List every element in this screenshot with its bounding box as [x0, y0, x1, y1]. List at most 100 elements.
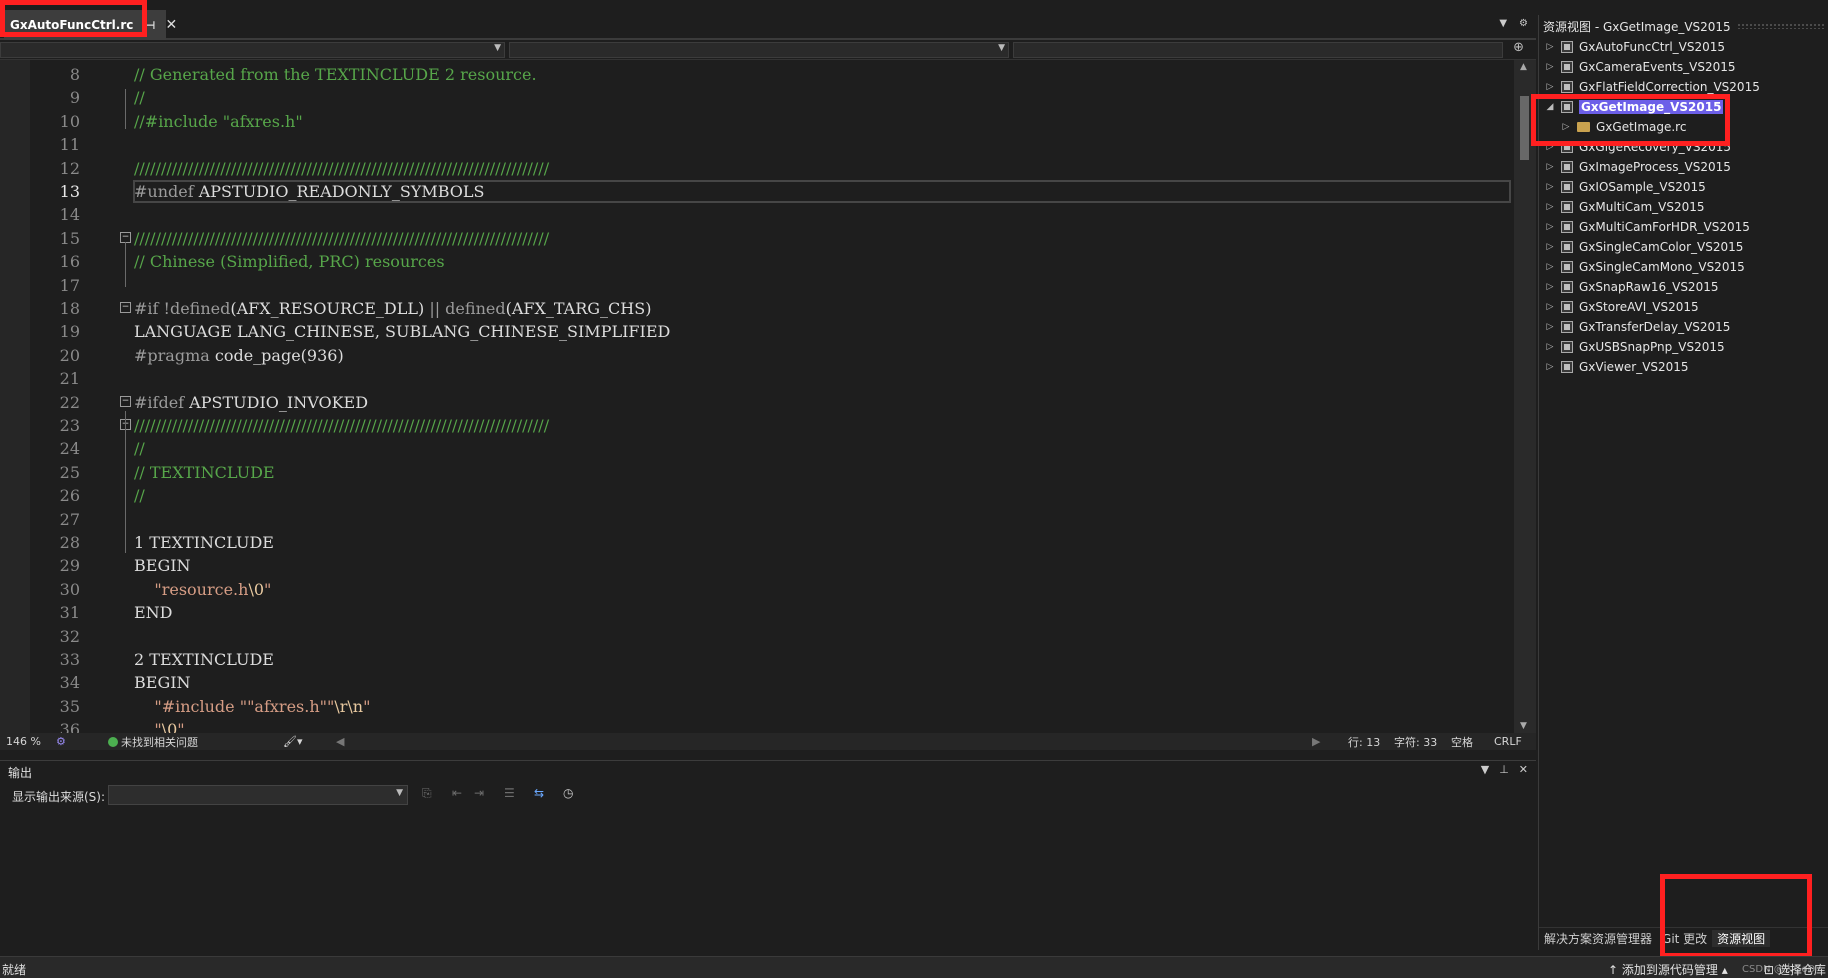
issues-indicator[interactable]: 未找到相关问题 — [108, 734, 198, 750]
code-editor[interactable]: 8 // Generated from the TEXTINCLUDE 2 res… — [0, 60, 1536, 733]
clear-all-icon[interactable]: ☰ — [504, 786, 515, 800]
code-line[interactable]: 10 //#include "afxres.h" — [0, 110, 1512, 133]
close-icon[interactable]: ✕ — [165, 17, 177, 33]
clock-icon[interactable]: ◷ — [563, 786, 573, 800]
drag-grip[interactable] — [1736, 23, 1825, 29]
line-ending-indicator[interactable]: CRLF — [1494, 735, 1522, 748]
tab-solution-explorer[interactable]: 解决方案资源管理器 — [1539, 930, 1657, 947]
editor-vertical-scrollbar[interactable]: ▲ ▼ — [1514, 60, 1536, 733]
add-to-source-control[interactable]: ↑ 添加到源代码管理 ▴ — [1608, 961, 1728, 978]
collapsed-arrow-icon[interactable]: ▷ — [1545, 302, 1555, 312]
nav-extra-dropdown[interactable] — [1013, 42, 1503, 58]
tree-item[interactable]: ▷ GxSnapRaw16_VS2015 — [1539, 277, 1828, 297]
tree-item[interactable]: ▷ GxSingleCamMono_VS2015 — [1539, 257, 1828, 277]
collapsed-arrow-icon[interactable]: ▷ — [1545, 222, 1555, 232]
code-text: 2 TEXTINCLUDE — [134, 648, 274, 671]
code-line[interactable]: 14 — [0, 203, 1512, 226]
scroll-left-icon[interactable]: ◀ — [336, 735, 344, 748]
tree-item[interactable]: ▷ GxMultiCam_VS2015 — [1539, 197, 1828, 217]
tree-item[interactable]: ▷ GxSingleCamColor_VS2015 — [1539, 237, 1828, 257]
code-line[interactable]: 31 END — [0, 601, 1512, 624]
scroll-down-icon[interactable]: ▼ — [1520, 721, 1527, 731]
split-editor-icon[interactable]: ⊕ — [1513, 40, 1524, 55]
collapsed-arrow-icon[interactable]: ▷ — [1545, 262, 1555, 272]
tree-item[interactable]: ▷ GxCameraEvents_VS2015 — [1539, 57, 1828, 77]
select-repository[interactable]: ⊡ 选择仓库 — [1764, 961, 1826, 978]
code-line[interactable]: 27 — [0, 508, 1512, 531]
code-line[interactable]: 17 — [0, 274, 1512, 297]
code-line[interactable]: 34 BEGIN — [0, 671, 1512, 694]
code-line[interactable]: 26 // — [0, 484, 1512, 507]
tree-item[interactable]: ▷ GxTransferDelay_VS2015 — [1539, 317, 1828, 337]
code-line[interactable]: 20 #pragma code_page(936) — [0, 344, 1512, 367]
tree-item[interactable]: ▷ GxAutoFuncCtrl_VS2015 — [1539, 37, 1828, 57]
chevron-down-icon[interactable]: ▼ — [1481, 763, 1489, 776]
tree-item[interactable]: ▷ GxViewer_VS2015 — [1539, 357, 1828, 377]
collapsed-arrow-icon[interactable]: ▷ — [1545, 42, 1555, 52]
code-line[interactable]: 22 − #ifdef APSTUDIO_INVOKED — [0, 391, 1512, 414]
code-token: (AFX_TARG_CHS) — [505, 299, 652, 318]
collapsed-arrow-icon[interactable]: ▷ — [1545, 342, 1555, 352]
nav-scope-dropdown[interactable]: ▼ — [0, 42, 505, 58]
code-line[interactable]: 24 // — [0, 437, 1512, 460]
collapsed-arrow-icon[interactable]: ▷ — [1545, 162, 1555, 172]
code-line[interactable]: 18 − #if !defined(AFX_RESOURCE_DLL) || def… — [0, 297, 1512, 320]
collapsed-arrow-icon[interactable]: ▷ — [1545, 82, 1555, 92]
collapsed-arrow-icon[interactable]: ▷ — [1545, 62, 1555, 72]
code-line[interactable]: 30 "resource.h\0" — [0, 578, 1512, 601]
tree-item[interactable]: ▷ GxImageProcess_VS2015 — [1539, 157, 1828, 177]
collapsed-arrow-icon[interactable]: ▷ — [1545, 322, 1555, 332]
scroll-right-icon[interactable]: ▶ — [1312, 735, 1320, 748]
whitespace-indicator[interactable]: 空格 — [1451, 734, 1473, 750]
scrollbar-thumb[interactable] — [1520, 96, 1529, 160]
line-indicator[interactable]: 行: 13 — [1348, 734, 1380, 750]
code-line[interactable]: 16 // Chinese (Simplified, PRC) resources — [0, 250, 1512, 273]
char-indicator[interactable]: 字符: 33 — [1394, 734, 1437, 750]
tree-item-label: GxUSBSnapPnp_VS2015 — [1579, 340, 1725, 354]
find-message-icon[interactable]: ⎘ — [422, 786, 432, 801]
code-line[interactable]: 15−/////////////////////////////////////… — [0, 227, 1512, 250]
close-icon[interactable]: ✕ — [1519, 763, 1528, 776]
code-line[interactable]: 12 //////////////////////////////////////… — [0, 157, 1512, 180]
collapsed-arrow-icon[interactable]: ▷ — [1545, 182, 1555, 192]
code-line[interactable]: 9 // — [0, 86, 1512, 109]
code-line[interactable]: 19 LANGUAGE LANG_CHINESE, SUBLANG_CHINESE… — [0, 320, 1512, 343]
zoom-level[interactable]: 146 % — [6, 735, 41, 748]
code-line[interactable]: 29 BEGIN — [0, 554, 1512, 577]
next-message-icon[interactable]: ⇥ — [474, 786, 484, 800]
line-number: 20 — [59, 345, 80, 365]
intellicode-icon[interactable]: ⚙ — [56, 735, 66, 748]
toggle-word-wrap-icon[interactable]: ⇆ — [534, 786, 544, 800]
collapsed-arrow-icon[interactable]: ▷ — [1545, 362, 1555, 372]
code-line[interactable]: 28 1 TEXTINCLUDE — [0, 531, 1512, 554]
nav-member-dropdown[interactable]: ▼ — [509, 42, 1009, 58]
code-token: \0 — [161, 720, 178, 733]
tree-item[interactable]: ▷ GxIOSample_VS2015 — [1539, 177, 1828, 197]
pin-icon[interactable]: ⊥ — [1499, 763, 1509, 776]
settings-gear-icon[interactable]: ⚙ — [1519, 18, 1528, 29]
issues-text: 未找到相关问题 — [121, 735, 198, 749]
code-line[interactable]: 33 2 TEXTINCLUDE — [0, 648, 1512, 671]
code-line[interactable]: 36 "\0" — [0, 718, 1512, 733]
code-line[interactable]: 35 "#include ""afxres.h""\r\n" — [0, 695, 1512, 718]
code-line[interactable]: 21 — [0, 367, 1512, 390]
collapse-icon[interactable]: − — [120, 395, 131, 407]
output-source-select[interactable]: ▼ — [108, 785, 408, 805]
code-cleanup-icon[interactable]: 🖌▾ — [283, 735, 303, 748]
tree-item[interactable]: ▷ GxStoreAVI_VS2015 — [1539, 297, 1828, 317]
code-line[interactable]: 8 // Generated from the TEXTINCLUDE 2 res… — [0, 63, 1512, 86]
collapsed-arrow-icon[interactable]: ▷ — [1545, 282, 1555, 292]
code-line[interactable]: 11 — [0, 133, 1512, 156]
scroll-up-icon[interactable]: ▲ — [1520, 62, 1527, 72]
collapse-icon[interactable]: − — [120, 302, 131, 313]
code-line[interactable]: 23−/////////////////////////////////////… — [0, 414, 1512, 437]
tree-item[interactable]: ▷ GxMultiCamForHDR_VS2015 — [1539, 217, 1828, 237]
tree-item[interactable]: ▷ GxUSBSnapPnp_VS2015 — [1539, 337, 1828, 357]
code-text: ////////////////////////////////////////… — [134, 227, 549, 250]
code-line[interactable]: 25 // TEXTINCLUDE — [0, 461, 1512, 484]
collapsed-arrow-icon[interactable]: ▷ — [1545, 202, 1555, 212]
collapsed-arrow-icon[interactable]: ▷ — [1545, 242, 1555, 252]
tab-list-dropdown-icon[interactable]: ▼ — [1499, 18, 1507, 29]
code-line[interactable]: 32 — [0, 625, 1512, 648]
prev-message-icon[interactable]: ⇤ — [452, 786, 462, 800]
